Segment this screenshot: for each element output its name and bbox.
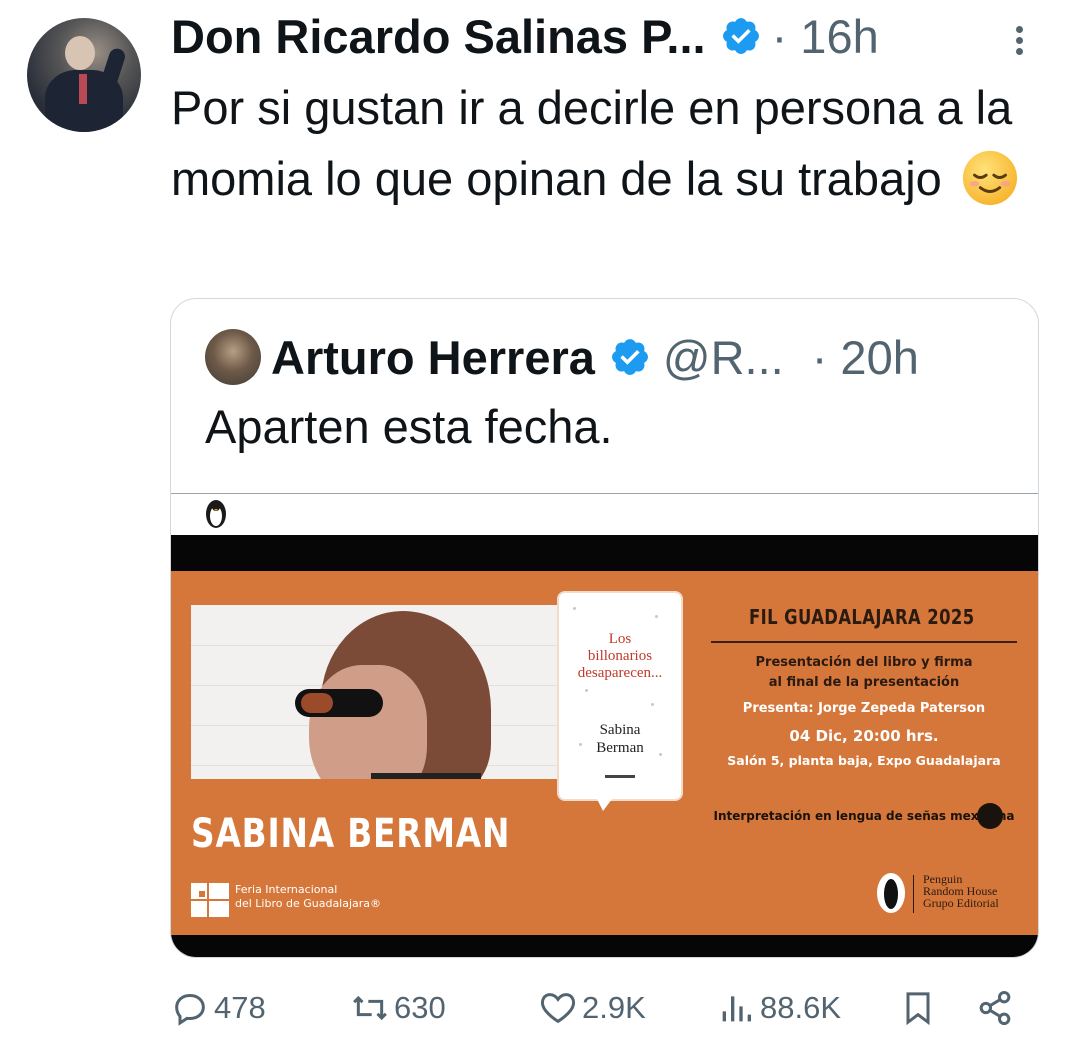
avatar-figure-head <box>65 36 95 70</box>
poster-orange-panel: Los billonarios desaparecen... Sabina Be… <box>171 571 1038 935</box>
tweet-text: Por si gustan ir a decirle en persona a … <box>171 72 1031 214</box>
views-button[interactable]: 88.6K <box>716 980 841 1036</box>
quoted-tweet-card[interactable]: Arturo Herrera @R... · 20h Aparten esta … <box>170 298 1039 958</box>
book-title: Los billonarios desaparecen... <box>577 631 663 681</box>
like-button[interactable]: 2.9K <box>538 980 646 1036</box>
sign-language-icon <box>977 803 1003 829</box>
views-chart-icon <box>722 996 751 1022</box>
quoted-verified-badge-icon <box>611 339 648 375</box>
quoted-author-handle[interactable]: @R... <box>663 330 784 385</box>
share-button[interactable] <box>975 980 1019 1036</box>
poster-bottom-band <box>171 935 1038 957</box>
share-icon <box>979 991 1011 1025</box>
relieved-face-emoji-icon <box>962 150 1017 206</box>
penguin-random-house-logo-icon <box>877 873 905 913</box>
quoted-tweet-text: Aparten esta fecha. <box>205 400 613 453</box>
fil-logo-icon <box>191 883 229 917</box>
author-photo <box>191 605 561 779</box>
event-title: FIL GUADALAJARA 2025 <box>749 605 975 629</box>
quoted-author-name[interactable]: Arturo Herrera <box>271 330 595 385</box>
quoted-author-avatar[interactable] <box>205 329 261 385</box>
author-name[interactable]: Don Ricardo Salinas P... <box>171 9 706 64</box>
speech-bubble-tail <box>595 795 615 811</box>
quoted-timestamp[interactable]: · 20h <box>812 330 919 385</box>
verified-badge-icon <box>722 18 759 54</box>
publisher-separator <box>913 875 914 913</box>
avatar-figure-tie <box>79 74 87 104</box>
author-big-name: SABINA BERMAN <box>191 811 511 857</box>
reply-button[interactable]: 478 <box>170 980 266 1036</box>
like-count: 2.9K <box>582 990 646 1025</box>
event-date: 04 Dic, 20:00 hrs. <box>789 727 939 745</box>
publisher-name: Penguin Random House Grupo Editorial <box>923 872 999 910</box>
book-cover: Los billonarios desaparecen... Sabina Be… <box>557 591 683 811</box>
bookmark-icon <box>906 992 930 1026</box>
quoted-tweet-image[interactable]: Los billonarios desaparecen... Sabina Be… <box>171 493 1038 957</box>
tweet-timestamp[interactable]: · 16h <box>772 9 879 64</box>
event-place: Salón 5, planta baja, Expo Guadalajara <box>727 753 1001 768</box>
repost-icon <box>353 995 387 1021</box>
tweet-text-content: Por si gustan ir a decirle en persona a … <box>171 81 1013 205</box>
repost-button[interactable]: 630 <box>350 980 446 1036</box>
presenter-line: Presenta: Jorge Zepeda Paterson <box>742 701 986 716</box>
presentation-description: Presentación del libro y firma al final … <box>755 655 973 690</box>
bookmark-button[interactable] <box>898 980 942 1036</box>
reply-icon <box>175 993 205 1026</box>
quoted-tweet-header: Arturo Herrera @R... · 20h <box>271 327 919 387</box>
feria-name: Feria Internacional del Libro de Guadala… <box>235 883 382 910</box>
tweet-header: Don Ricardo Salinas P... · 16h <box>171 6 879 66</box>
reply-count: 478 <box>214 990 266 1025</box>
sign-language-note: Interpretación en lengua de señas mexica… <box>713 809 1015 823</box>
views-count: 88.6K <box>760 990 842 1025</box>
tweet-actions-bar: 478 630 2.9K 88.6K <box>0 980 1074 1040</box>
repost-count: 630 <box>394 990 446 1025</box>
event-title-rule <box>711 641 1017 643</box>
heart-icon <box>541 993 575 1024</box>
author-avatar[interactable] <box>27 18 141 132</box>
book-publisher-mark <box>605 775 635 778</box>
poster-top-line <box>171 493 1038 494</box>
more-options-icon[interactable] <box>1009 22 1029 58</box>
book-author: Sabina Berman <box>596 722 644 756</box>
penguin-logo-icon <box>206 500 226 528</box>
poster-black-band <box>171 535 1038 571</box>
